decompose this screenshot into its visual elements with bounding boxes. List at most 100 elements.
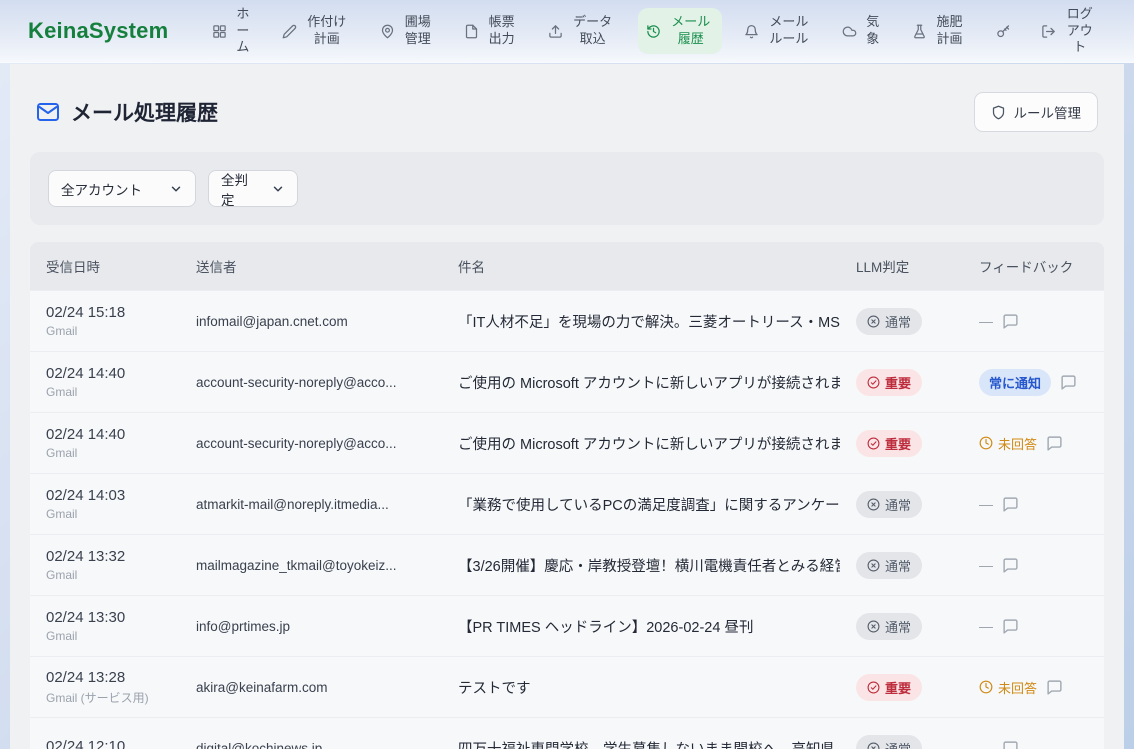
header-sender: 送信者 [180, 242, 442, 290]
nav-item-key[interactable] [988, 18, 1019, 45]
comment-icon[interactable] [1002, 557, 1019, 574]
llm-judgment-cell: 通常 [840, 491, 963, 518]
nav-item-label: 施肥計画 [934, 14, 965, 48]
badge-label: 通常 [885, 617, 911, 636]
normal-badge: 通常 [856, 552, 922, 579]
account-label: Gmail [46, 385, 172, 399]
sender: atmarkit-mail@noreply.itmedia... [180, 497, 442, 512]
comment-icon[interactable] [1060, 374, 1077, 391]
account-filter-value: 全アカウント [61, 179, 142, 199]
logout-icon [1041, 24, 1056, 39]
nav-item-fertilizer-plan[interactable]: 施肥計画 [904, 8, 973, 54]
mail-icon [36, 100, 60, 124]
nav-item-data-import[interactable]: データ取込 [540, 8, 624, 54]
no-feedback-dash: — [979, 557, 993, 573]
comment-icon[interactable] [1002, 618, 1019, 635]
x-circle-icon [867, 498, 880, 511]
filter-panel: 全アカウント 全判定 [30, 152, 1104, 225]
nav-item-label: 作付け計画 [304, 14, 350, 48]
badge-label: 重要 [885, 678, 911, 697]
account-label: Gmail (サービス用) [46, 689, 172, 706]
flask-icon [912, 24, 927, 39]
nav-item-report-output[interactable]: 帳票出力 [456, 8, 525, 54]
history-icon [646, 24, 661, 39]
rule-management-button[interactable]: ルール管理 [974, 92, 1099, 132]
x-circle-icon [867, 559, 880, 572]
table-row[interactable]: 02/24 14:40Gmailaccount-security-noreply… [30, 351, 1104, 412]
datetime-text: 02/24 14:40 [46, 426, 172, 443]
badge-label: 通常 [885, 556, 911, 575]
main-nav: ホーム 作付け計画圃場管理 帳票出力データ取込 メール履歴メールルール 気象 施肥計画 ログ… [204, 0, 1104, 62]
table-row[interactable]: 02/24 14:40Gmailaccount-security-noreply… [30, 412, 1104, 473]
feedback-cell: — [963, 496, 1104, 513]
nav-item-mail-history[interactable]: メール履歴 [638, 8, 722, 54]
no-feedback-dash: — [979, 313, 993, 329]
judgment-filter-select[interactable]: 全判定 [208, 170, 298, 207]
table-row[interactable]: 02/24 12:10digital@kochinews.jp四万十福祉専門学校… [30, 717, 1104, 749]
llm-judgment-cell: 重要 [840, 430, 963, 457]
page-title: メール処理履歴 [36, 97, 218, 127]
comment-icon[interactable] [1002, 313, 1019, 330]
sender: account-security-noreply@acco... [180, 436, 442, 451]
unanswered-status: 未回答 [979, 434, 1037, 453]
datetime-text: 02/24 14:40 [46, 365, 172, 382]
mail-history-table: 受信日時 送信者 件名 LLM判定 フィードバック 02/24 15:18Gma… [30, 242, 1104, 749]
sender: digital@kochinews.jp [180, 741, 442, 749]
header-llm-judgment: LLM判定 [840, 242, 963, 290]
nav-item-label: メール履歴 [668, 14, 714, 48]
comment-icon[interactable] [1046, 435, 1063, 452]
nav-item-label: 帳票出力 [486, 14, 517, 48]
no-feedback-dash: — [979, 740, 993, 749]
table-row[interactable]: 02/24 13:32 Gmail mailmagazine_tkmail@toyo… [30, 534, 1104, 595]
comment-icon[interactable] [1046, 679, 1063, 696]
account-filter-select[interactable]: 全アカウント [48, 170, 196, 207]
llm-judgment-cell: 通常 [840, 613, 963, 640]
subject: 【3/26開催】慶応・岸教授登壇！横川電機責任者とみる経営... [442, 555, 840, 576]
cloud-icon [842, 24, 857, 39]
llm-judgment-cell: 重要 [840, 369, 963, 396]
x-circle-icon [867, 620, 880, 633]
sender: mailmagazine_tkmail@toyokeiz... [180, 558, 442, 573]
feedback-cell: — [963, 557, 1104, 574]
received-datetime: 02/24 13:32 Gmail [30, 548, 180, 582]
nav-item-field-management[interactable]: 圃場管理 [372, 8, 441, 54]
feedback-cell: — [963, 313, 1104, 330]
comment-icon[interactable] [1002, 496, 1019, 513]
badge-label: 通常 [885, 739, 911, 749]
brand-logo[interactable]: KeinaSystem [28, 18, 168, 44]
nav-item-weather[interactable]: 気象 [834, 8, 889, 54]
upload-icon [548, 24, 563, 39]
comment-icon[interactable] [1002, 740, 1019, 749]
nav-item-label: ログアウト [1063, 6, 1096, 57]
table-row[interactable]: 02/24 15:18Gmailinfomail@japan.cnet.com「… [30, 290, 1104, 351]
table-row[interactable]: 02/24 13:30Gmailinfo@prtimes.jp【PR TIMES… [30, 595, 1104, 656]
bell-icon [744, 24, 759, 39]
feedback-cell: 未回答 [963, 434, 1104, 453]
nav-item-mail-rules[interactable]: メールルール [736, 8, 820, 54]
nav-item-home[interactable]: ホーム [204, 0, 259, 62]
datetime-text: 02/24 15:18 [46, 304, 172, 321]
table-row[interactable]: 02/24 14:03Gmailatmarkit-mail@noreply.it… [30, 473, 1104, 534]
always-notify-badge: 常に通知 [979, 369, 1051, 396]
datetime-text: 02/24 12:10 [46, 738, 172, 749]
sender: akira@keinafarm.com [180, 680, 442, 695]
feedback-cell: 未回答 [963, 678, 1104, 697]
important-badge: 重要 [856, 430, 922, 457]
nav-item-label: 気象 [864, 14, 881, 48]
chevron-down-icon [271, 182, 285, 196]
badge-label: 常に通知 [989, 373, 1041, 392]
rule-management-label: ルール管理 [1014, 102, 1082, 122]
received-datetime: 02/24 13:28Gmail (サービス用) [30, 669, 180, 706]
table-row[interactable]: 02/24 13:28Gmail (サービス用)akira@keinafarm.… [30, 656, 1104, 717]
badge-label: 通常 [885, 495, 911, 514]
page-title-text: メール処理履歴 [71, 97, 218, 127]
chevron-down-icon [169, 182, 183, 196]
account-label: Gmail [46, 568, 172, 582]
nav-item-logout[interactable]: ログアウト [1033, 0, 1104, 62]
nav-item-planting-plan[interactable]: 作付け計画 [274, 8, 358, 54]
shield-icon [991, 105, 1006, 120]
received-datetime: 02/24 14:03Gmail [30, 487, 180, 521]
datetime-text: 02/24 13:32 [46, 548, 172, 565]
check-circle-icon [867, 681, 880, 694]
header-received-datetime: 受信日時 [30, 242, 180, 290]
